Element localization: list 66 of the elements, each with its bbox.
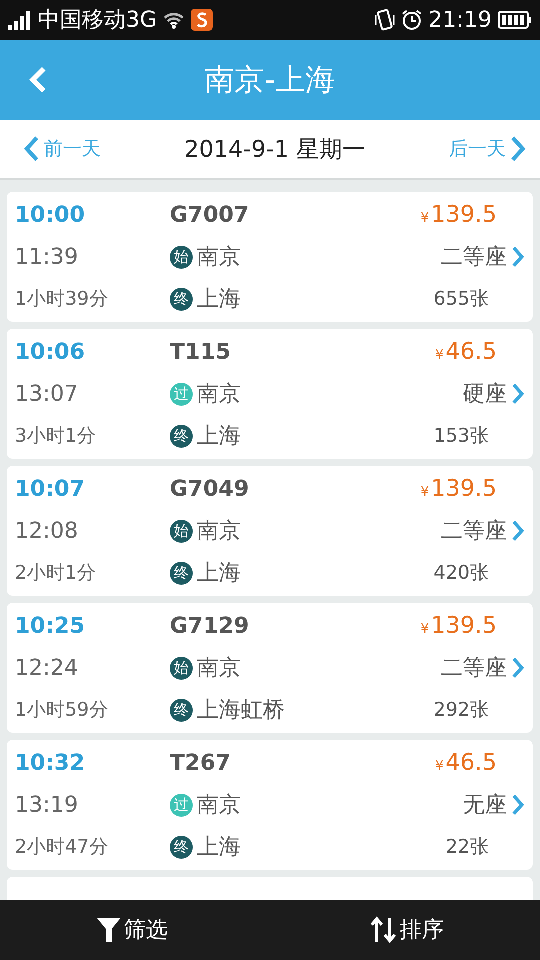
station-badge: 始 xyxy=(170,246,193,268)
date-label: 2014-9-1 星期一 xyxy=(184,136,366,164)
ticket-count: 22张 xyxy=(446,835,489,860)
ticket-count: 420张 xyxy=(434,561,489,586)
arrive-time: 13:07 xyxy=(15,382,80,406)
price: ¥46.5 xyxy=(436,750,497,776)
duration: 3小时1分 xyxy=(15,424,98,449)
depart-time: 10:07 xyxy=(15,476,86,502)
depart-time: 10:00 xyxy=(15,202,86,228)
depart-time: 10:32 xyxy=(15,750,86,776)
price: ¥46.5 xyxy=(436,339,497,365)
station-name: 上海 xyxy=(197,560,241,588)
train-number: G7049 xyxy=(170,476,250,502)
depart-time: 10:06 xyxy=(15,340,86,364)
arrive-time: 11:39 xyxy=(15,244,80,270)
arrive-time: 12:08 xyxy=(15,518,80,544)
duration: 1小时39分 xyxy=(15,287,110,312)
page-title: 南京-上海 xyxy=(204,62,336,100)
station-name: 上海 xyxy=(197,834,241,862)
sort-button[interactable]: 排序 xyxy=(370,915,444,945)
duration: 1小时59分 xyxy=(15,698,110,723)
duration: 2小时47分 xyxy=(15,835,110,860)
seat-class: 二等座 xyxy=(441,655,507,683)
station-name: 南京 xyxy=(197,655,241,683)
train-card[interactable]: 10:25 G7129 ¥139.5 12:24 始 南京 二等座 1小时59分 终 上海虹桥 292张 xyxy=(7,603,533,733)
arrive-time: 13:19 xyxy=(15,792,80,818)
seat-class: 二等座 xyxy=(441,518,507,546)
station-name: 上海 xyxy=(197,423,241,451)
ticket-count: 153张 xyxy=(434,424,489,449)
station-name: 南京 xyxy=(197,518,241,546)
train-card[interactable]: 10:07 G7049 ¥139.5 12:08 始 南京 二等座 2小时1分 终 上海 420张 xyxy=(7,466,533,596)
price: ¥139.5 xyxy=(420,202,497,228)
depart-time: 10:25 xyxy=(15,614,86,638)
station-badge: 过 xyxy=(170,794,193,816)
seat-class: 无座 xyxy=(463,792,507,820)
station-badge: 终 xyxy=(170,288,193,310)
train-number: T267 xyxy=(170,750,231,776)
train-card[interactable]: 10:06 T115 ¥46.5 13:07 过 南京 硬座 3小时1分 终 上海 153张 xyxy=(7,329,533,459)
ticket-count: 655张 xyxy=(434,287,489,312)
station-name: 南京 xyxy=(197,792,241,820)
train-card[interactable]: 10:32 T267 ¥46.5 13:19 过 南京 无座 2小时47分 终 上海 22张 xyxy=(7,740,533,870)
filter-button[interactable]: 筛选 xyxy=(96,915,168,945)
station-name: 南京 xyxy=(197,381,241,409)
price: ¥139.5 xyxy=(420,613,497,639)
station-badge: 终 xyxy=(170,424,193,448)
clock-time: 21:19 xyxy=(428,8,492,32)
station-badge: 终 xyxy=(170,698,193,722)
seat-class: 硬座 xyxy=(463,381,507,409)
train-card[interactable]: 10:00 G7007 ¥139.5 11:39 始 南京 二等座 1小时39分 终 上海 655张 xyxy=(7,192,533,322)
seat-class: 二等座 xyxy=(441,244,507,272)
station-name: 上海 xyxy=(197,286,241,314)
carrier-name: 中国移动3G xyxy=(38,7,158,35)
price: ¥139.5 xyxy=(420,476,497,502)
station-name: 南京 xyxy=(197,244,241,272)
ticket-count: 292张 xyxy=(434,698,489,723)
station-badge: 过 xyxy=(170,382,193,406)
train-number: G7007 xyxy=(170,202,250,228)
arrive-time: 12:24 xyxy=(15,656,80,680)
station-badge: 终 xyxy=(170,836,193,858)
duration: 2小时1分 xyxy=(15,561,98,586)
train-number: G7129 xyxy=(170,614,250,638)
station-badge: 始 xyxy=(170,520,193,542)
train-number: T115 xyxy=(170,340,231,364)
station-badge: 终 xyxy=(170,562,193,584)
station-badge: 始 xyxy=(170,656,193,680)
station-name: 上海虹桥 xyxy=(197,697,285,725)
